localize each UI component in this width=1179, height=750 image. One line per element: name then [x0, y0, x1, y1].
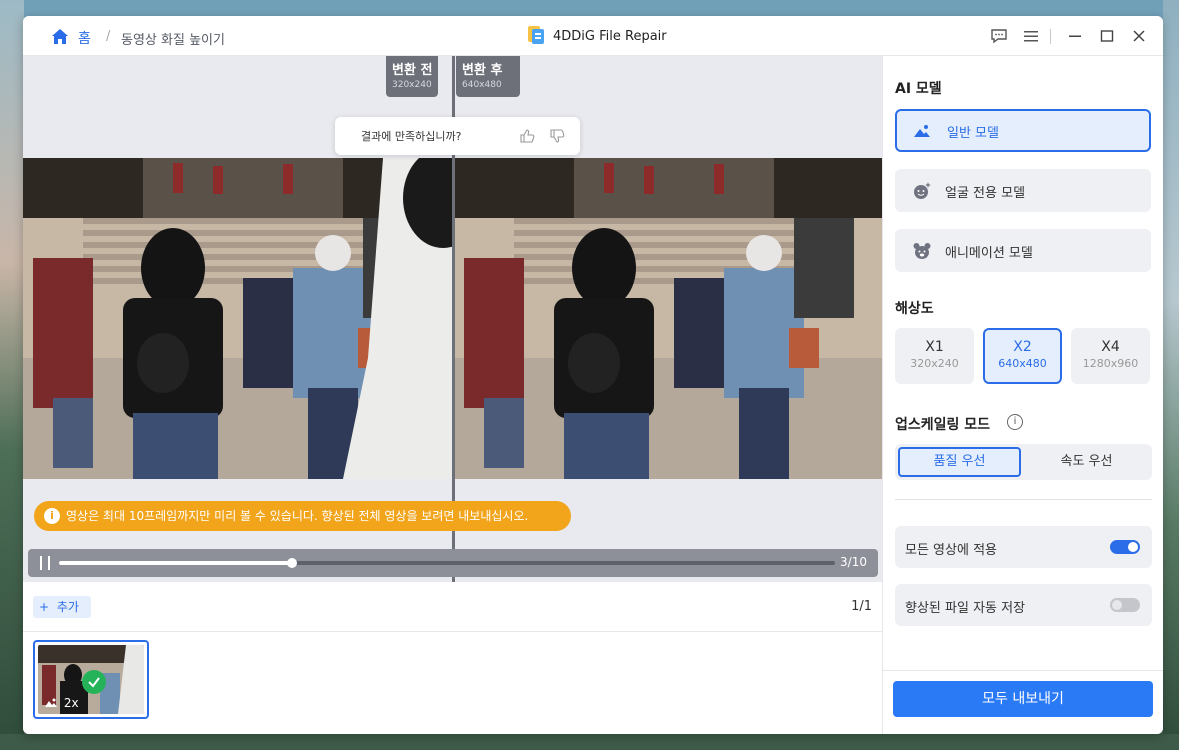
add-label: 추가 — [56, 600, 79, 614]
model-animation-label: 애니메이션 모델 — [945, 246, 1033, 261]
apply-all-toggle[interactable] — [1110, 540, 1140, 554]
desktop-background-left — [0, 0, 24, 750]
info-icon: i — [44, 508, 60, 524]
export-all-button[interactable]: 모두 내보내기 — [893, 681, 1153, 717]
resolution-x2-scale: X2 — [1013, 339, 1032, 355]
progress-knob[interactable] — [286, 558, 297, 568]
landscape-icon — [914, 125, 930, 137]
apply-all-label: 모든 영상에 적용 — [905, 543, 997, 558]
image-icon — [45, 698, 57, 707]
breadcrumb-home[interactable]: 홈 — [78, 28, 91, 48]
resolution-x2-button[interactable]: X2 640x480 — [983, 328, 1062, 384]
close-icon — [1133, 30, 1145, 42]
model-general-label: 일반 모델 — [947, 126, 999, 141]
after-label: 변환 후 — [462, 63, 503, 78]
upscale-mode-group: 품질 우선 속도 우선 — [895, 444, 1152, 480]
before-tag: 변환 전 320x240 — [386, 56, 439, 97]
resolution-x4-scale: X4 — [1101, 339, 1120, 355]
feedback-question: 결과에 만족하십니까? — [361, 130, 462, 143]
page-count: 1/1 — [851, 599, 872, 614]
scale-label: 2x — [63, 696, 79, 710]
resolution-title: 해상도 — [895, 301, 934, 317]
video-frame-before — [23, 158, 453, 479]
model-animation-button[interactable]: 애니메이션 모델 — [895, 229, 1151, 272]
maximize-button[interactable] — [1097, 26, 1117, 46]
menu-button[interactable] — [1021, 26, 1041, 46]
thumbs-down-icon[interactable] — [549, 128, 565, 144]
auto-save-toggle[interactable] — [1110, 598, 1140, 612]
settings-panel: AI 모델 일반 모델 얼굴 전용 모델 애니메이션 모델 해상도 X1 320… — [882, 56, 1163, 734]
app-window: 홈 / 동영상 화질 높이기 4DDiG File Repair 변환 전 32… — [23, 16, 1163, 734]
notice-text: 영상은 최대 10프레임까지만 미리 볼 수 있습니다. 향상된 전체 영상을 … — [66, 509, 529, 523]
add-button[interactable]: + 추가 — [33, 596, 91, 618]
title-bar: 홈 / 동영상 화질 높이기 4DDiG File Repair — [23, 16, 1163, 56]
check-icon — [82, 670, 106, 694]
breadcrumb-current: 동영상 화질 높이기 — [121, 33, 225, 48]
frame-counter: 3/10 — [840, 555, 867, 569]
progress-fill — [59, 561, 292, 565]
info-icon[interactable]: i — [1007, 414, 1023, 430]
desktop-background-bottom — [0, 734, 1179, 750]
auto-save-label: 향상된 파일 자동 저장 — [905, 601, 1026, 616]
thumbnail-image: 2x — [38, 645, 144, 714]
feedback-button[interactable] — [989, 26, 1009, 46]
chat-icon — [991, 29, 1007, 44]
resolution-x4-size: 1280x960 — [1082, 357, 1139, 370]
thumbs-up-icon[interactable] — [519, 128, 535, 144]
panel-divider — [895, 499, 1152, 500]
before-label: 변환 전 — [392, 63, 433, 78]
resolution-x4-button[interactable]: X4 1280x960 — [1071, 328, 1150, 384]
mode-speed-button[interactable]: 속도 우선 — [1025, 447, 1148, 477]
ai-model-title: AI 모델 — [895, 81, 942, 97]
face-sparkle-icon — [914, 182, 931, 199]
breadcrumb-separator: / — [106, 29, 111, 44]
progress-track[interactable] — [59, 558, 835, 568]
before-resolution: 320x240 — [392, 80, 432, 90]
playback-bar: 3/10 — [28, 549, 878, 577]
auto-save-row: 향상된 파일 자동 저장 — [895, 584, 1152, 626]
upscale-mode-title: 업스케일링 모드 — [895, 417, 991, 433]
after-resolution: 640x480 — [462, 80, 502, 90]
model-face-button[interactable]: 얼굴 전용 모델 — [895, 169, 1151, 212]
bear-icon — [913, 243, 931, 259]
scale-badge: 2x — [44, 696, 79, 710]
export-area: 모두 내보내기 — [883, 670, 1163, 734]
model-general-button[interactable]: 일반 모델 — [895, 109, 1151, 152]
video-after — [454, 158, 882, 479]
hamburger-icon — [1024, 31, 1038, 42]
app-logo-icon — [528, 26, 544, 44]
close-button[interactable] — [1129, 26, 1149, 46]
desktop-background-right — [1163, 0, 1179, 750]
apply-all-row: 모든 영상에 적용 — [895, 526, 1152, 568]
model-face-label: 얼굴 전용 모델 — [945, 186, 1026, 201]
resolution-x1-size: 320x240 — [910, 357, 959, 370]
thumbnail-strip: 2x — [23, 632, 882, 734]
video-before — [23, 158, 453, 479]
file-list-toolbar: + 추가 1/1 — [23, 582, 882, 632]
titlebar-divider — [1050, 29, 1051, 44]
minimize-icon — [1069, 35, 1081, 37]
feedback-popup: 결과에 만족하십니까? — [335, 117, 580, 155]
home-icon[interactable] — [51, 28, 69, 45]
plus-icon: + — [39, 600, 50, 614]
preview-limit-notice: i 영상은 최대 10프레임까지만 미리 볼 수 있습니다. 향상된 전체 영상… — [34, 501, 571, 531]
video-thumbnail[interactable]: 2x — [33, 640, 149, 719]
preview-area: 변환 전 320x240 변환 후 640x480 결과에 만족하십니까? i … — [23, 56, 882, 582]
resolution-x1-button[interactable]: X1 320x240 — [895, 328, 974, 384]
mode-quality-button[interactable]: 품질 우선 — [898, 447, 1021, 477]
after-tag: 변환 후 640x480 — [456, 56, 520, 97]
maximize-icon — [1100, 30, 1114, 42]
resolution-x1-scale: X1 — [925, 339, 944, 355]
minimize-button[interactable] — [1065, 26, 1085, 46]
pause-icon[interactable] — [39, 556, 51, 570]
app-title: 4DDiG File Repair — [553, 29, 667, 44]
video-frame-after — [454, 158, 882, 479]
resolution-x2-size: 640x480 — [998, 357, 1047, 370]
